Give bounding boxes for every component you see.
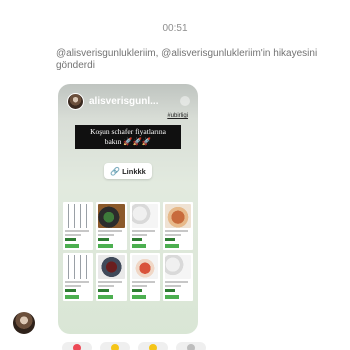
product-btn bbox=[164, 295, 180, 299]
link-icon: 🔗 bbox=[110, 166, 121, 176]
product-line bbox=[164, 234, 181, 236]
product-line bbox=[65, 281, 89, 283]
reaction-pill[interactable] bbox=[138, 342, 168, 350]
product-image bbox=[65, 204, 92, 228]
product-grid bbox=[63, 202, 193, 301]
product-line bbox=[98, 281, 122, 283]
heart-icon bbox=[73, 344, 81, 350]
product-line bbox=[65, 285, 81, 287]
story-avatar[interactable] bbox=[67, 92, 84, 110]
story-share-text: @alisverisgunlukleriim, @alisverisgunluk… bbox=[56, 48, 318, 71]
product-price bbox=[164, 289, 176, 292]
product-card bbox=[129, 202, 160, 250]
product-btn bbox=[164, 244, 180, 248]
product-line bbox=[98, 234, 114, 236]
product-line bbox=[164, 281, 189, 283]
product-line bbox=[65, 230, 89, 232]
product-btn bbox=[98, 295, 113, 299]
product-line bbox=[131, 234, 148, 236]
product-image bbox=[131, 204, 158, 228]
product-card bbox=[63, 202, 94, 250]
product-line bbox=[131, 285, 148, 287]
product-price bbox=[98, 238, 109, 241]
product-btn bbox=[131, 295, 146, 299]
story-hashtag: #ubirligi bbox=[167, 113, 188, 119]
product-price bbox=[98, 289, 109, 292]
product-line bbox=[131, 281, 156, 283]
product-btn bbox=[65, 244, 80, 248]
more-icon bbox=[187, 344, 195, 350]
product-card bbox=[129, 253, 160, 301]
emoji-icon bbox=[111, 344, 119, 350]
reaction-pill[interactable] bbox=[62, 342, 92, 350]
product-card bbox=[96, 202, 127, 250]
product-price bbox=[65, 289, 76, 292]
product-card bbox=[96, 253, 127, 301]
product-line bbox=[164, 285, 181, 287]
product-price bbox=[131, 289, 142, 292]
product-price bbox=[131, 238, 142, 241]
sender-avatar[interactable] bbox=[13, 312, 35, 334]
emoji-icon bbox=[149, 344, 157, 350]
message-timestamp: 00:51 bbox=[162, 23, 188, 34]
story-username[interactable]: alisverisgunl... bbox=[89, 96, 175, 107]
reaction-pill[interactable] bbox=[100, 342, 130, 350]
product-image bbox=[164, 255, 191, 279]
product-image bbox=[131, 255, 158, 279]
product-line bbox=[65, 234, 81, 236]
product-image bbox=[98, 255, 125, 279]
story-banner-line2: bakın 🚀🚀🚀 bbox=[104, 137, 152, 146]
shared-story-card[interactable]: alisverisgunl... #ubirligi Koşun schafer… bbox=[58, 84, 198, 334]
product-image bbox=[164, 204, 191, 228]
product-btn bbox=[98, 244, 113, 248]
reaction-bar bbox=[62, 342, 206, 350]
product-line bbox=[131, 230, 156, 232]
reaction-pill[interactable] bbox=[176, 342, 206, 350]
product-btn bbox=[131, 244, 146, 248]
story-header: alisverisgunl... bbox=[67, 92, 190, 110]
link-sticker-label: Linkkk bbox=[122, 166, 146, 176]
story-more-icon bbox=[180, 96, 190, 106]
product-card bbox=[162, 253, 193, 301]
product-line bbox=[98, 285, 114, 287]
product-image bbox=[65, 255, 92, 279]
link-sticker[interactable]: 🔗 Linkkk bbox=[104, 163, 152, 179]
product-card bbox=[162, 202, 193, 250]
product-image bbox=[98, 204, 125, 228]
product-line bbox=[164, 230, 189, 232]
product-card bbox=[63, 253, 94, 301]
product-btn bbox=[65, 295, 80, 299]
story-banner: Koşun schafer fiyatlarına bakın 🚀🚀🚀 bbox=[75, 125, 181, 149]
product-price bbox=[164, 238, 176, 241]
story-banner-line1: Koşun schafer fiyatlarına bbox=[90, 127, 166, 136]
product-price bbox=[65, 238, 76, 241]
product-line bbox=[98, 230, 122, 232]
